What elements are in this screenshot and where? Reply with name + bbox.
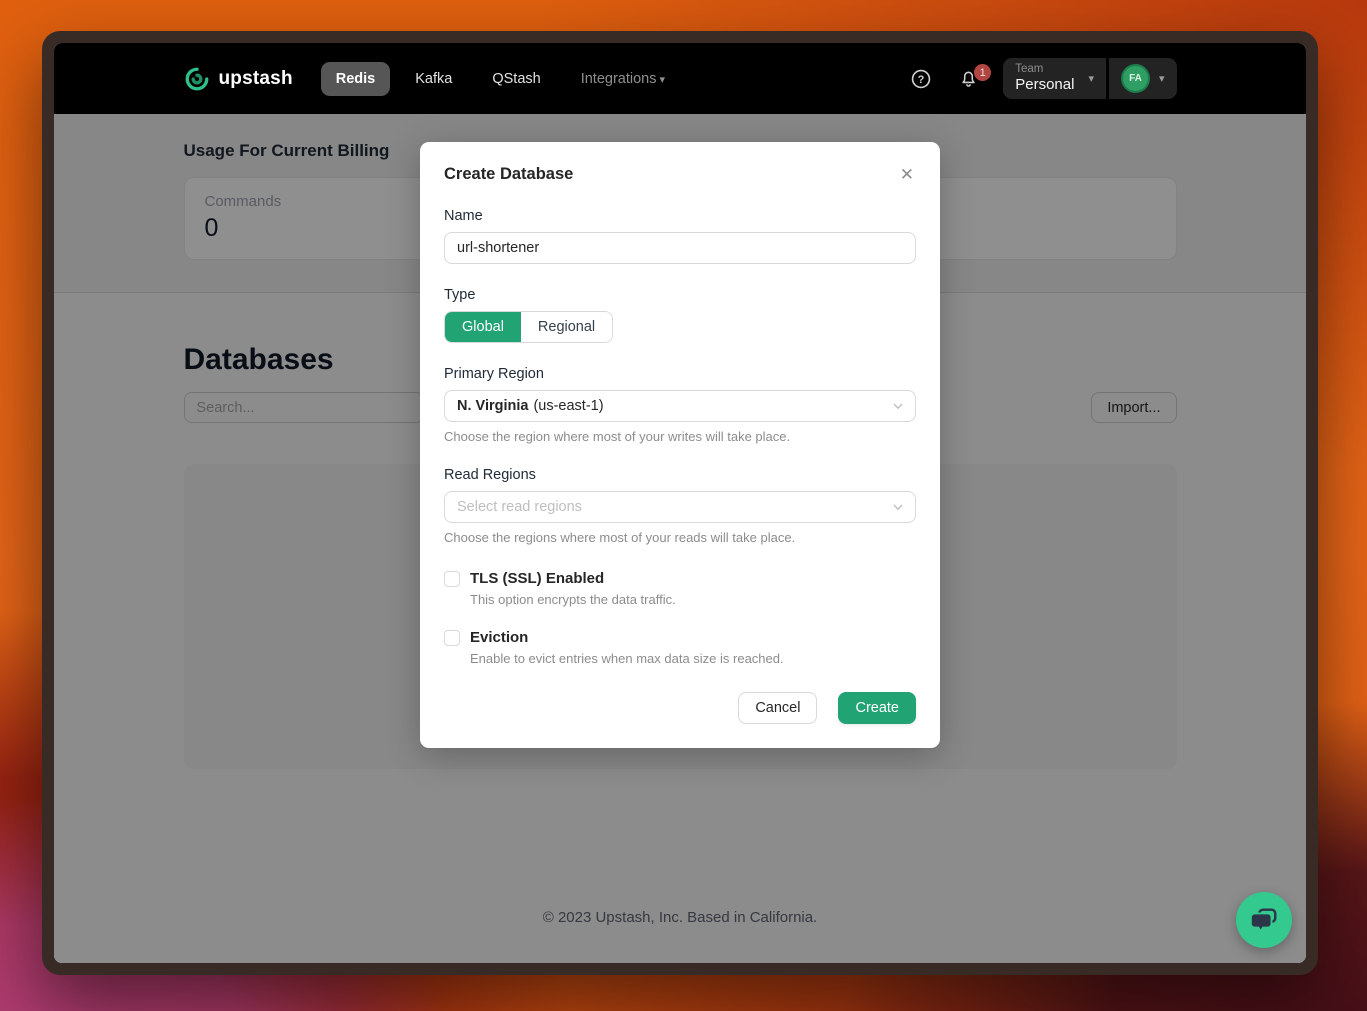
team-value: Personal bbox=[1015, 76, 1074, 93]
tls-help: This option encrypts the data traffic. bbox=[470, 592, 676, 607]
nav-item-integrations-label: Integrations bbox=[581, 71, 657, 87]
nav-item-kafka[interactable]: Kafka bbox=[400, 62, 467, 96]
modal-footer: Cancel Create bbox=[444, 692, 916, 724]
svg-text:?: ? bbox=[918, 73, 925, 85]
read-regions-label: Read Regions bbox=[444, 467, 916, 483]
primary-region-label: Primary Region bbox=[444, 366, 916, 382]
primary-region-field: Primary Region N. Virginia (us-east-1) C… bbox=[444, 366, 916, 444]
nav-item-redis[interactable]: Redis bbox=[321, 62, 391, 96]
primary-region-select[interactable]: N. Virginia (us-east-1) bbox=[444, 390, 916, 422]
read-regions-field: Read Regions Select read regions Choose … bbox=[444, 467, 916, 545]
eviction-row: Eviction Enable to evict entries when ma… bbox=[444, 629, 916, 666]
primary-region-value: N. Virginia bbox=[457, 398, 528, 414]
name-label: Name bbox=[444, 208, 916, 224]
bell-icon[interactable]: 1 bbox=[958, 68, 979, 89]
avatar: FA bbox=[1121, 64, 1150, 93]
eviction-checkbox[interactable] bbox=[444, 630, 460, 646]
create-database-modal: Create Database ✕ Name Type Global Regio… bbox=[420, 142, 940, 748]
eviction-help: Enable to evict entries when max data si… bbox=[470, 651, 784, 666]
modal-title: Create Database bbox=[444, 165, 573, 184]
chat-icon bbox=[1249, 905, 1279, 935]
close-icon[interactable]: ✕ bbox=[898, 164, 916, 185]
chevron-down-icon bbox=[892, 400, 904, 412]
nav-item-integrations[interactable]: Integrations▾ bbox=[566, 62, 680, 96]
account-menu[interactable]: FA ▾ bbox=[1109, 58, 1177, 99]
tls-row: TLS (SSL) Enabled This option encrypts t… bbox=[444, 570, 916, 607]
chevron-down-icon: ▾ bbox=[1159, 72, 1165, 85]
desktop-wallpaper: upstash Redis Kafka QStash Integrations▾ bbox=[0, 0, 1367, 1011]
tls-checkbox[interactable] bbox=[444, 571, 460, 587]
page-body: Usage For Current Billing Commands 0 Dat… bbox=[54, 114, 1306, 963]
read-regions-select[interactable]: Select read regions bbox=[444, 491, 916, 523]
primary-region-help: Choose the region where most of your wri… bbox=[444, 429, 916, 444]
brand: upstash bbox=[184, 66, 293, 92]
team-switcher[interactable]: Team Personal ▾ bbox=[1003, 58, 1106, 99]
chevron-down-icon: ▾ bbox=[1088, 72, 1094, 85]
read-regions-placeholder: Select read regions bbox=[457, 499, 582, 515]
name-field: Name bbox=[444, 208, 916, 264]
primary-region-code: (us-east-1) bbox=[533, 398, 603, 414]
team-label: Team bbox=[1015, 63, 1074, 76]
type-toggle: Global Regional bbox=[444, 311, 613, 343]
upstash-logo-icon bbox=[184, 66, 210, 92]
chevron-down-icon bbox=[892, 501, 904, 513]
tls-label: TLS (SSL) Enabled bbox=[470, 570, 676, 588]
nav-item-qstash[interactable]: QStash bbox=[477, 62, 555, 96]
app-window-content: upstash Redis Kafka QStash Integrations▾ bbox=[54, 43, 1306, 963]
nav-menu: Redis Kafka QStash Integrations▾ bbox=[321, 62, 680, 96]
type-toggle-regional[interactable]: Regional bbox=[521, 312, 612, 342]
modal-header: Create Database ✕ bbox=[444, 164, 916, 185]
name-input[interactable] bbox=[444, 232, 916, 264]
top-nav: upstash Redis Kafka QStash Integrations▾ bbox=[54, 43, 1306, 114]
brand-name: upstash bbox=[219, 68, 293, 90]
nav-right: ? 1 Team bbox=[910, 58, 1176, 99]
create-button[interactable]: Create bbox=[838, 692, 916, 724]
notification-badge: 1 bbox=[974, 64, 991, 81]
type-label: Type bbox=[444, 287, 916, 303]
type-field: Type Global Regional bbox=[444, 287, 916, 343]
cancel-button[interactable]: Cancel bbox=[738, 692, 817, 724]
type-toggle-global[interactable]: Global bbox=[445, 312, 521, 342]
read-regions-help: Choose the regions where most of your re… bbox=[444, 530, 916, 545]
chat-widget-button[interactable] bbox=[1236, 892, 1292, 948]
caret-down-icon: ▾ bbox=[659, 74, 665, 86]
help-icon[interactable]: ? bbox=[910, 68, 932, 90]
app-window: upstash Redis Kafka QStash Integrations▾ bbox=[42, 31, 1318, 975]
eviction-label: Eviction bbox=[470, 629, 784, 647]
